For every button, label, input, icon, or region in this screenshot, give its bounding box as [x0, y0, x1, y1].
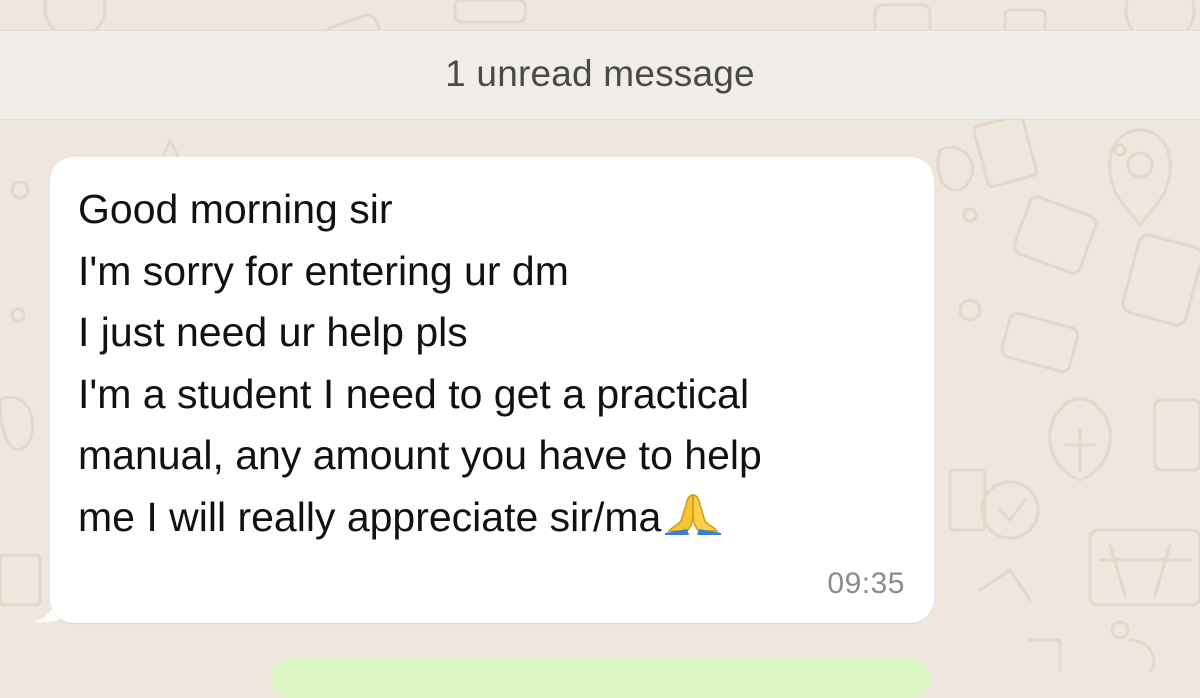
incoming-message-bubble[interactable]: Good morning sir I'm sorry for entering …: [50, 157, 934, 623]
unread-messages-banner: 1 unread message: [0, 30, 1200, 120]
message-line: I'm sorry for entering ur dm: [78, 247, 569, 294]
message-line: me I will really appreciate sir/ma: [78, 493, 662, 540]
outgoing-message-bubble[interactable]: [270, 658, 930, 698]
message-line: I'm a student I need to get a practical: [78, 370, 750, 417]
message-text: Good morning sir I'm sorry for entering …: [78, 179, 918, 548]
message-line: I just need ur help pls: [78, 309, 468, 355]
unread-messages-label: 1 unread message: [445, 53, 755, 94]
message-line: manual, any amount you have to help: [78, 432, 762, 478]
folded-hands-emoji-icon: [665, 493, 722, 535]
message-timestamp: 09:35: [827, 567, 905, 600]
message-line: Good morning sir: [78, 186, 393, 232]
